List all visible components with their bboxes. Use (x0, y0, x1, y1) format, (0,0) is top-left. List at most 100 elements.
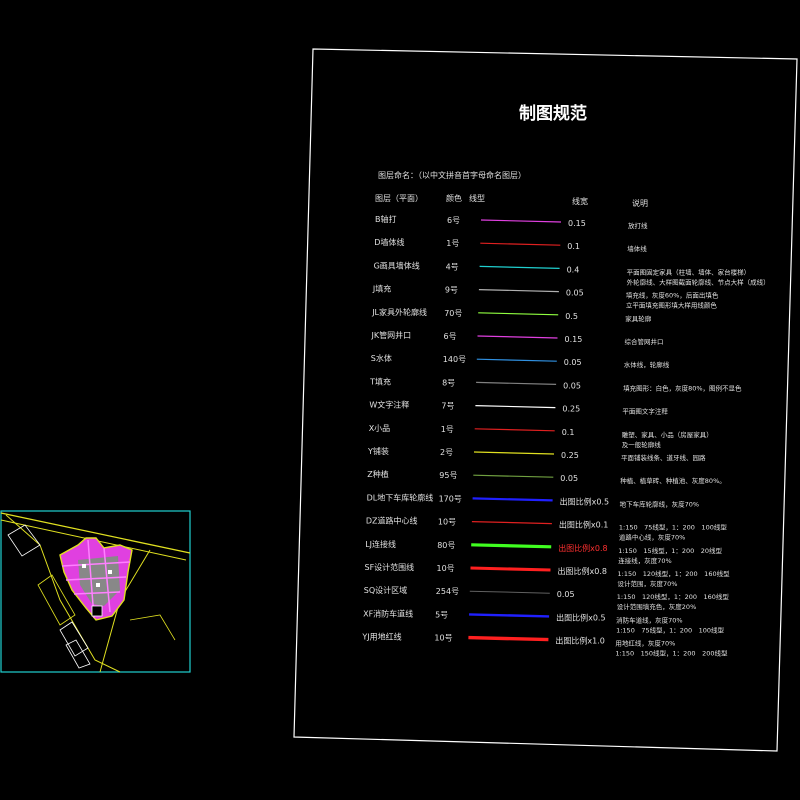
layer-row: S水体 140号 0.05 水体线，轮廓线 (371, 353, 670, 369)
layer-row: T填充 8号 0.05 填充图形：白色，灰度80%，图例不显色 (369, 376, 742, 392)
layer-row: XF消防车道线 5号 出图比例x0.5 消防车道线，灰度70%1:150 75线型，1… (363, 608, 724, 634)
layer-usage: 平面图固定家具（柱墙、墙体、家台楼梯） (627, 267, 751, 276)
layer-row: B轴打 6号 0.15 放打线 (375, 214, 648, 230)
layer-usage: 水体线，轮廓线 (624, 360, 670, 369)
layer-usage: 家具轮廓 (625, 314, 652, 323)
linetype-sample (471, 521, 552, 525)
layer-color-number: 140号 (443, 355, 466, 364)
layer-color-number: 5号 (435, 610, 448, 619)
linetype-sample (471, 543, 552, 549)
layer-row: SQ设计区域 254号 0.05 1:150 120线型，1：200 160线型设计范… (364, 585, 730, 611)
layer-name: Z种植 (367, 469, 388, 479)
layer-usage: 设计范围，灰度70% (618, 579, 678, 588)
layer-usage: 墙体线 (627, 244, 647, 253)
layer-usage: 1:150 75线型，1：200 100线型 (616, 625, 724, 634)
layer-color-number: 70号 (444, 309, 462, 318)
linetype-sample (478, 289, 559, 293)
layer-weight: 0.05 (564, 358, 582, 367)
site-plan-viewport[interactable] (0, 510, 191, 673)
layer-usage: 填充图形：白色，灰度80%，图例不显色 (623, 383, 742, 392)
linetype-sample (473, 451, 555, 455)
layer-name: S水体 (371, 353, 392, 363)
layer-usage: 1:150 120线型，1：200 160线型 (618, 569, 731, 578)
layer-weight: 0.1 (567, 242, 580, 251)
layer-name: SQ设计区域 (364, 585, 407, 595)
layer-table: B轴打 6号 0.15 放打线 D墙体线 1号 0.1 墙体线 G画具墙体线 4号 0.4 平面图固定… (361, 214, 769, 658)
layer-name: LJ连接线 (365, 539, 396, 549)
header-weight: 线宽 (572, 196, 588, 206)
layer-row: YJ用地红线 10号 出图比例x1.0 用地红线，灰度70%1:150 150线型，1… (361, 632, 728, 658)
linetype-sample (472, 497, 553, 502)
layer-usage: 放打线 (628, 221, 648, 230)
layer-usage: 及一般轮廓线 (622, 440, 662, 449)
layer-color-number: 170号 (439, 494, 462, 503)
layer-weight: 0.05 (557, 590, 575, 599)
layer-weight: 0.1 (562, 428, 575, 437)
layer-usage: 平面铺装线条、道牙线、园路 (621, 453, 706, 462)
layer-usage: 设计范围填充色，灰度20% (617, 602, 696, 611)
layer-color-number: 9号 (445, 286, 458, 295)
layer-name: B轴打 (375, 214, 397, 224)
layer-row: D墙体线 1号 0.1 墙体线 (374, 237, 647, 253)
layer-weight: 0.25 (562, 405, 580, 414)
layer-name: W文字注释 (369, 400, 409, 410)
layer-usage: 立平面填充图形填大样用线颜色 (626, 301, 718, 310)
layer-usage: 1:150 75线型，1：200 100线型 (619, 523, 727, 532)
layer-weight: 出图比例x0.8 (558, 543, 607, 553)
layer-weight: 0.05 (560, 474, 578, 483)
layer-usage: 1:150 15线型，1：200 20线型 (618, 546, 722, 555)
layer-color-number: 95号 (439, 471, 457, 480)
layer-weight: 出图比例x0.1 (559, 520, 608, 530)
layer-row: SF设计范围线 10号 出图比例x0.8 1:150 120线型，1：200 160线… (365, 562, 731, 588)
layer-name: JK管网井口 (371, 330, 412, 340)
layer-color-number: 6号 (444, 332, 457, 341)
layer-color-number: 10号 (438, 518, 456, 527)
layer-usage: 地下车库轮廓线，灰度70% (620, 499, 699, 508)
naming-note: 图层命名：（以中文拼音首字母命名图层） (378, 170, 526, 180)
header-color: 颜色 (446, 193, 462, 203)
layer-weight: 出图比例x1.0 (555, 636, 604, 646)
layer-color-number: 4号 (446, 262, 459, 271)
layer-usage: 平面图文字注释 (622, 407, 668, 416)
layer-weight: 0.5 (565, 312, 578, 321)
linetype-sample (469, 590, 550, 594)
layer-color-number: 80号 (437, 541, 455, 550)
layer-row: JK管网井口 6号 0.15 综合管网井口 (371, 330, 664, 346)
layer-color-number: 1号 (446, 239, 459, 248)
linetype-sample (469, 613, 550, 618)
layer-name: X小品 (369, 424, 390, 433)
layer-color-number: 7号 (441, 402, 454, 411)
layer-color-number: 1号 (441, 425, 454, 434)
linetype-sample (476, 381, 557, 385)
layer-weight: 出图比例x0.8 (558, 566, 607, 576)
layer-row: DZ道路中心线 10号 出图比例x0.1 1:150 75线型，1：200 100线型… (366, 516, 727, 542)
table-header: 图层（平面） 颜色 线型 线宽 说明 (375, 193, 648, 208)
layer-name: DZ道路中心线 (366, 516, 418, 526)
linetype-sample (478, 312, 559, 316)
layer-color-number: 10号 (437, 564, 455, 573)
layer-usage: 种植、植草砖、种植池、灰度80%。 (620, 476, 725, 485)
layer-row: JL家具外轮廓线 70号 0.5 家具轮廓 (371, 307, 652, 323)
layer-name: D墙体线 (374, 237, 404, 247)
layer-row: J填充 9号 0.05 填充线，灰度60%，后面出填色立平面填充图形填大样用线颜色 (372, 284, 719, 310)
linetype-sample (470, 566, 551, 572)
layer-color-number: 6号 (447, 216, 460, 225)
layer-usage: 连接线，灰度70% (618, 556, 671, 565)
layer-row: W文字注释 7号 0.25 平面图文字注释 (369, 400, 668, 416)
layer-row: LJ连接线 80号 出图比例x0.8 1:150 15线型，1：200 20线型连接线… (365, 539, 722, 565)
linetype-sample (474, 428, 555, 432)
layer-name: T填充 (369, 376, 391, 386)
layer-weight: 0.15 (565, 335, 583, 344)
page-title: 制图规范 (519, 103, 587, 124)
layer-usage: 道路中心线，灰度70% (619, 533, 685, 542)
linetype-sample (479, 265, 560, 269)
cad-drawing-canvas[interactable]: 制图规范 图层命名：（以中文拼音首字母命名图层） 图层（平面） 颜色 线型 线宽… (0, 0, 800, 800)
layer-name: XF消防车道线 (363, 608, 413, 618)
linetype-sample (468, 635, 549, 642)
layer-color-number: 8号 (442, 378, 455, 387)
layer-usage: 综合管网井口 (625, 337, 664, 346)
layer-row: Z种植 95号 0.05 种植、植草砖、种植池、灰度80%。 (367, 469, 725, 485)
layer-weight: 出图比例x0.5 (556, 612, 605, 622)
layer-usage: 用地红线，灰度70% (615, 639, 675, 648)
linetype-sample (476, 358, 557, 362)
